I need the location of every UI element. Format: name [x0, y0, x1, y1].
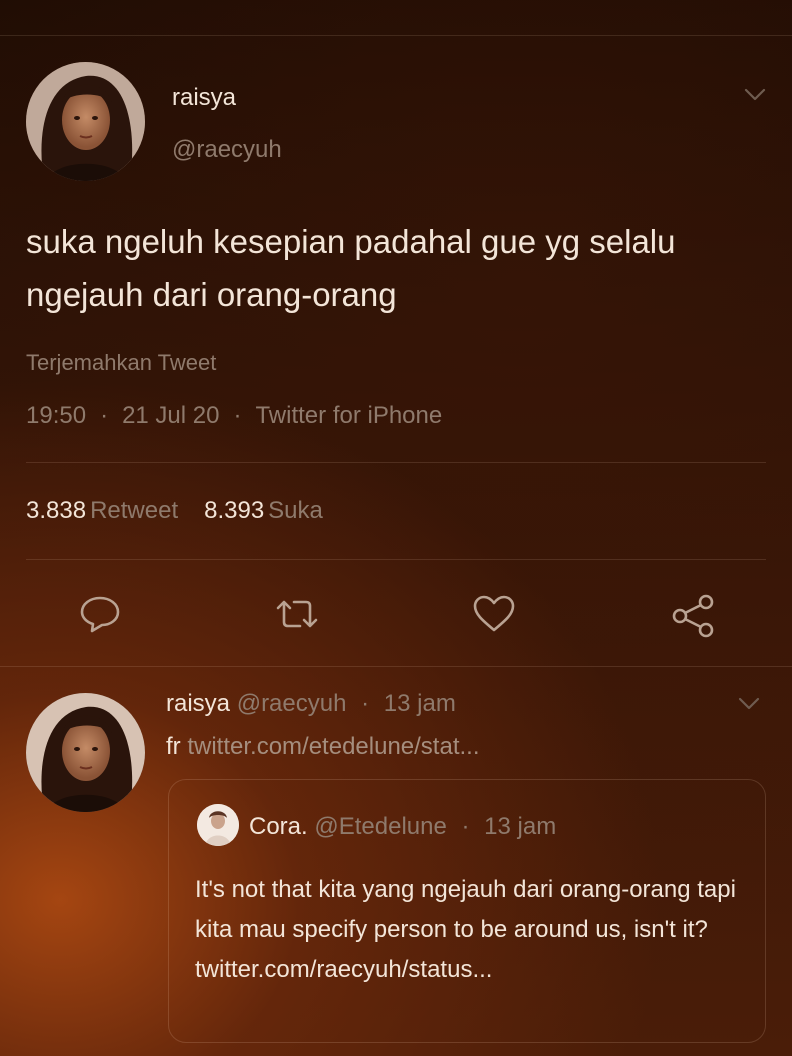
- reply-text: fr twitter.com/etedelune/stat...: [166, 733, 480, 761]
- quoted-tweet[interactable]: Cora. @Etedelune · 13 jam It's not that …: [168, 779, 766, 1043]
- quoted-author-name: Cora.: [249, 813, 308, 840]
- meta-separator: ·: [233, 402, 242, 429]
- share-icon: [672, 594, 714, 638]
- quoted-text: It's not that kita yang ngejauh dari ora…: [195, 876, 736, 983]
- top-divider: [0, 35, 792, 36]
- tweet-text: suka ngeluh kesepian padahal gue yg sela…: [26, 223, 676, 313]
- retweet-stat[interactable]: 3.838 Retweet: [26, 497, 178, 524]
- like-stat[interactable]: 8.393 Suka: [204, 497, 323, 524]
- retweet-label: Retweet: [90, 497, 179, 524]
- author-name[interactable]: raisya: [172, 84, 236, 112]
- reply-author-handle[interactable]: @raecyuh: [237, 690, 347, 717]
- retweet-count: 3.838: [26, 497, 87, 524]
- author-avatar[interactable]: [26, 62, 145, 181]
- chevron-down-icon[interactable]: [738, 697, 760, 711]
- meta-separator: ·: [100, 402, 109, 429]
- retweet-button[interactable]: [272, 594, 318, 634]
- tweet-time: 19:50: [26, 402, 87, 429]
- quoted-author-avatar: [197, 804, 239, 846]
- tweet-date: 21 Jul 20: [122, 402, 220, 429]
- like-label: Suka: [268, 497, 323, 524]
- reply-icon: [80, 596, 120, 633]
- chevron-down-icon[interactable]: [744, 88, 766, 102]
- heart-icon: [473, 595, 515, 632]
- divider: [26, 559, 766, 560]
- tweet-meta: 19:50 · 21 Jul 20 · Twitter for iPhone: [26, 402, 442, 430]
- retweet-icon: [276, 600, 318, 628]
- meta-separator: ·: [461, 813, 470, 840]
- reply-header: raisya @raecyuh · 13 jam: [166, 690, 456, 718]
- tweet-stats: 3.838 Retweet 8.393 Suka: [26, 497, 323, 525]
- reply-link[interactable]: twitter.com/etedelune/stat...: [187, 733, 479, 760]
- reply-author-avatar[interactable]: [26, 693, 145, 812]
- share-button[interactable]: [670, 594, 714, 638]
- divider: [26, 462, 766, 463]
- tweet-source[interactable]: Twitter for iPhone: [255, 402, 442, 429]
- reply-author-name[interactable]: raisya: [166, 690, 230, 717]
- divider: [0, 666, 792, 667]
- quoted-author-handle: @Etedelune: [314, 813, 447, 840]
- like-count: 8.393: [204, 497, 265, 524]
- meta-separator: ·: [361, 690, 370, 717]
- reply-time: 13 jam: [383, 690, 456, 717]
- author-handle[interactable]: @raecyuh: [172, 136, 282, 164]
- like-button[interactable]: [472, 594, 516, 634]
- reply-prefix: fr: [166, 733, 181, 760]
- quoted-time: 13 jam: [484, 813, 557, 840]
- reply-button[interactable]: [78, 594, 122, 634]
- translate-tweet-link[interactable]: Terjemahkan Tweet: [26, 350, 216, 376]
- quoted-header: Cora. @Etedelune · 13 jam: [249, 813, 556, 841]
